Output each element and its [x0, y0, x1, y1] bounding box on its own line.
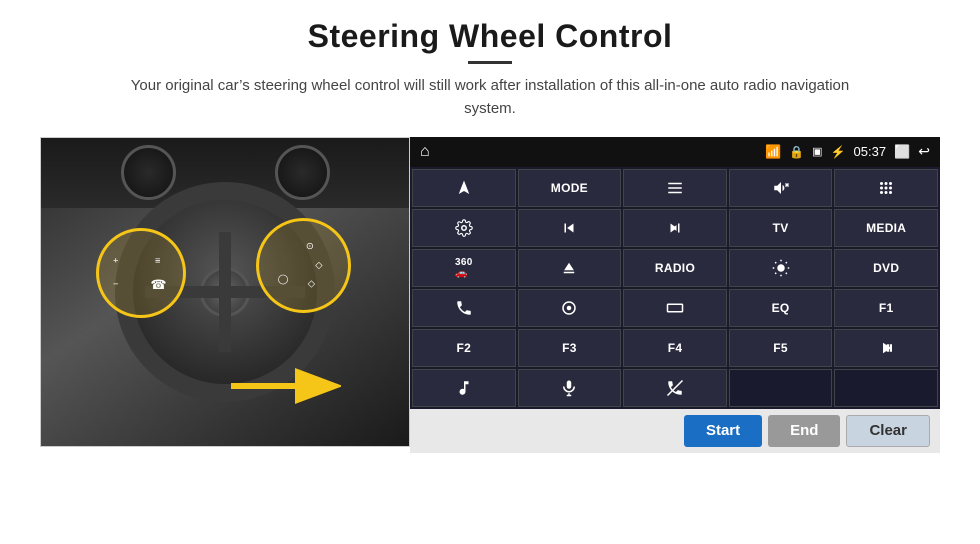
steering-wheel-image: + ≡ − ☎ ⊙ ◇ ◯ ◇ [40, 137, 410, 447]
hangup-icon [666, 379, 684, 397]
clear-button[interactable]: Clear [846, 415, 930, 447]
clock: 05:37 [854, 144, 887, 159]
phone-icon [455, 299, 473, 317]
svg-text:◇: ◇ [308, 278, 315, 288]
settings-icon [455, 219, 473, 237]
f4-button[interactable]: F4 [623, 329, 727, 367]
cam360-label: 360🚗 [455, 257, 473, 279]
f2-button[interactable]: F2 [412, 329, 516, 367]
next-icon [666, 219, 684, 237]
end-button[interactable]: End [768, 415, 840, 447]
apps-icon [877, 179, 895, 197]
svg-text:⊙: ⊙ [306, 241, 314, 251]
mute-button[interactable] [729, 169, 833, 207]
screen-mode-icon: ⬜ [894, 144, 910, 160]
hangup-button[interactable] [623, 369, 727, 407]
playpause-button[interactable] [834, 329, 938, 367]
page-subtitle: Your original car’s steering wheel contr… [130, 74, 850, 121]
control-panel: ⌂ 📶 🔒 ▣ ⚡ 05:37 ⬜ ↩ MO [410, 137, 940, 453]
button-grid: MODE [410, 167, 940, 409]
page-title: Steering Wheel Control [308, 18, 673, 55]
svg-text:≡: ≡ [155, 255, 160, 265]
mode-button[interactable]: MODE [518, 169, 622, 207]
prev-button[interactable] [518, 209, 622, 247]
start-button[interactable]: Start [684, 415, 762, 447]
list-icon [666, 179, 684, 197]
media-button[interactable]: MEDIA [834, 209, 938, 247]
header-right: 📶 🔒 ▣ ⚡ 05:37 ⬜ ↩ [765, 143, 930, 160]
mute-icon [772, 179, 790, 197]
svg-text:☎: ☎ [150, 276, 166, 291]
wheel-spoke-v [219, 232, 231, 352]
brightness-button[interactable] [729, 249, 833, 287]
home-icon: ⌂ [420, 143, 430, 161]
page: Steering Wheel Control Your original car… [0, 0, 980, 544]
screen-button[interactable] [623, 289, 727, 327]
left-control-highlight: + ≡ − ☎ [96, 228, 186, 318]
brightness-icon [772, 259, 790, 277]
music-icon [455, 379, 473, 397]
bluetooth-icon: ⚡ [831, 145, 846, 159]
empty-cell-2 [834, 369, 938, 407]
lock-icon: 🔒 [789, 145, 804, 159]
svg-text:◇: ◇ [315, 259, 322, 269]
settings-button[interactable] [412, 209, 516, 247]
svg-text:◯: ◯ [278, 273, 288, 284]
dvd-button[interactable]: DVD [834, 249, 938, 287]
radio-button[interactable]: RADIO [623, 249, 727, 287]
header-left: ⌂ [420, 143, 430, 161]
nav-icon [455, 179, 473, 197]
arrow-svg [221, 356, 341, 416]
svg-text:−: − [113, 279, 118, 289]
content-area: + ≡ − ☎ ⊙ ◇ ◯ ◇ [40, 137, 940, 453]
action-bar: Start End Clear [410, 409, 940, 453]
f5-button[interactable]: F5 [729, 329, 833, 367]
prev-icon [560, 219, 578, 237]
next-button[interactable] [623, 209, 727, 247]
list-button[interactable] [623, 169, 727, 207]
navi-icon [560, 299, 578, 317]
left-controls-svg: + ≡ − ☎ [99, 231, 183, 315]
nav-button[interactable] [412, 169, 516, 207]
navi-button[interactable] [518, 289, 622, 327]
eject-button[interactable] [518, 249, 622, 287]
right-controls-svg: ⊙ ◇ ◯ ◇ [259, 221, 348, 310]
wifi-icon: 📶 [765, 144, 781, 160]
music-button[interactable] [412, 369, 516, 407]
mic-button[interactable] [518, 369, 622, 407]
eject-icon [560, 259, 578, 277]
f1-button[interactable]: F1 [834, 289, 938, 327]
direction-arrow [221, 356, 341, 416]
title-divider [468, 61, 512, 64]
eq-button[interactable]: EQ [729, 289, 833, 327]
tv-button[interactable]: TV [729, 209, 833, 247]
panel-header: ⌂ 📶 🔒 ▣ ⚡ 05:37 ⬜ ↩ [410, 137, 940, 167]
playpause-icon [877, 339, 895, 357]
cam360-button[interactable]: 360🚗 [412, 249, 516, 287]
phone-button[interactable] [412, 289, 516, 327]
screen-icon [666, 299, 684, 317]
empty-cell-1 [729, 369, 833, 407]
back-icon: ↩ [918, 143, 930, 160]
mic-icon [560, 379, 578, 397]
svg-text:+: + [113, 255, 118, 265]
sd-icon: ▣ [812, 145, 822, 158]
right-control-highlight: ⊙ ◇ ◯ ◇ [256, 218, 351, 313]
apps-button[interactable] [834, 169, 938, 207]
f3-button[interactable]: F3 [518, 329, 622, 367]
